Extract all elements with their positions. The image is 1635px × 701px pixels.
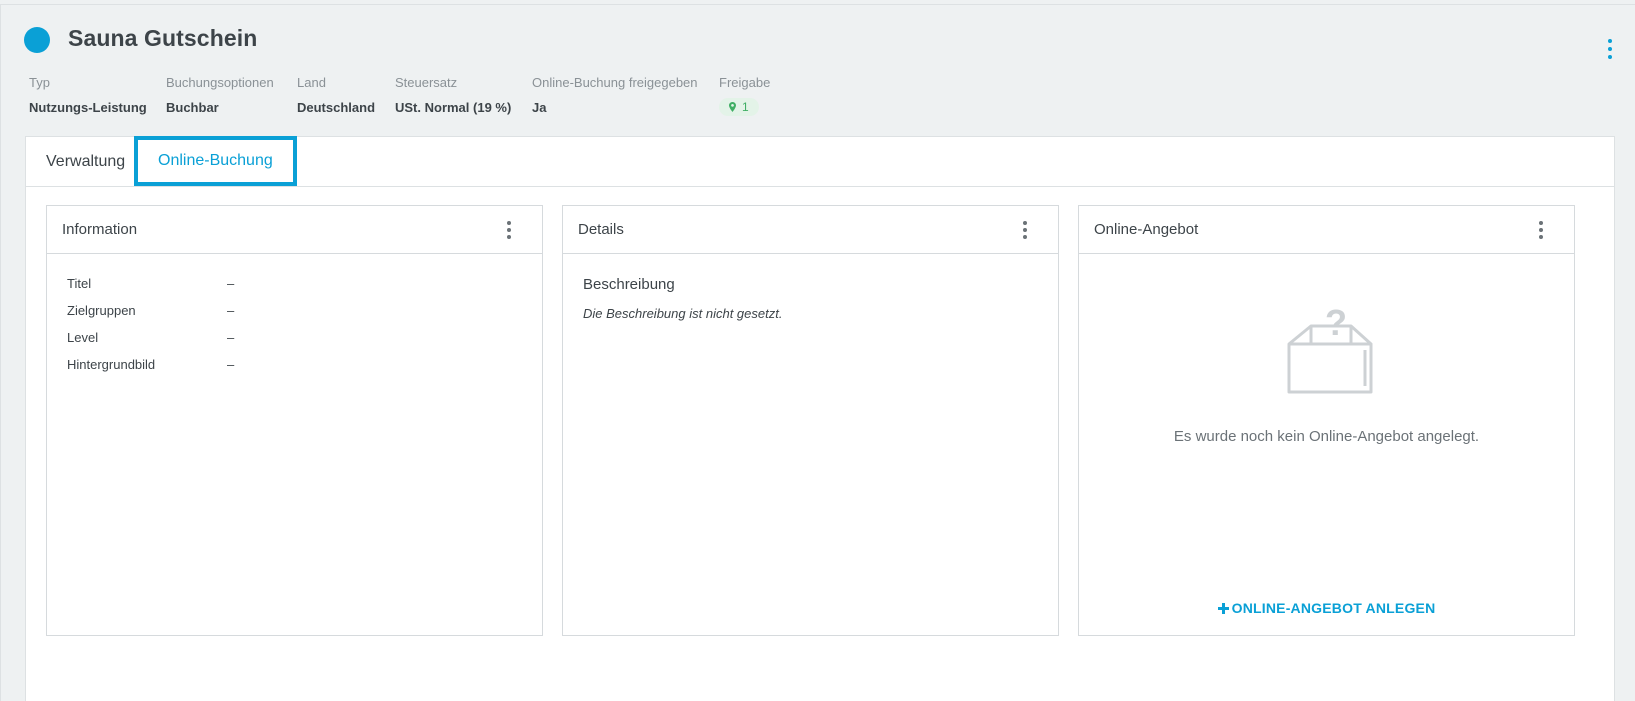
freigabe-count: 1 <box>742 100 749 114</box>
info-label-level: Level <box>67 330 99 345</box>
info-label-zielgruppen: Zielgruppen <box>67 303 136 318</box>
meta-label: Online-Buchung freigegeben <box>532 75 698 90</box>
more-options-icon[interactable] <box>1607 39 1613 59</box>
card-menu-icon[interactable] <box>506 221 512 239</box>
card-menu-icon[interactable] <box>1538 221 1544 239</box>
meta-label: Freigabe <box>719 75 771 90</box>
meta-freigabe: Freigabe 1 <box>719 75 770 117</box>
meta-value: Buchbar <box>166 100 219 115</box>
description-text: Die Beschreibung ist nicht gesetzt. <box>583 306 783 321</box>
card-menu-icon[interactable] <box>1022 221 1028 239</box>
tab-verwaltung[interactable]: Verwaltung <box>46 137 125 186</box>
meta-steuersatz: Steuersatz USt. Normal (19 %) <box>395 75 511 115</box>
info-label-hintergrundbild: Hintergrundbild <box>67 357 156 372</box>
page-frame: Sauna Gutschein Typ Nutzungs-Leistung Bu… <box>0 4 1635 701</box>
meta-land: Land Deutschland <box>297 75 375 115</box>
info-value-hintergrundbild: – <box>227 357 235 372</box>
info-value-titel: – <box>227 276 235 291</box>
online-angebot-card: Online-Angebot ? Es wurde noch kein Onli… <box>1078 205 1575 636</box>
tab-online-buchung[interactable]: Online-Buchung <box>134 136 297 186</box>
meta-label: Buchungsoptionen <box>166 75 274 90</box>
info-value-zielgruppen: – <box>227 303 235 318</box>
empty-box-question-icon: ? <box>1287 302 1373 394</box>
meta-value: Deutschland <box>297 100 376 115</box>
create-online-angebot-button[interactable]: ONLINE-ANGEBOT ANLEGEN <box>1079 600 1574 616</box>
content-panel: Verwaltung Online-Buchung Information Ti… <box>25 136 1615 701</box>
card-title: Details <box>578 221 624 238</box>
information-card: Information Titel – Zielgruppen – Level … <box>46 205 543 636</box>
info-label-titel: Titel <box>67 276 92 291</box>
description-heading: Beschreibung <box>583 276 675 293</box>
meta-value: USt. Normal (19 %) <box>395 100 512 115</box>
meta-value: Nutzungs-Leistung <box>29 100 147 115</box>
freigabe-badge[interactable]: 1 <box>719 98 759 116</box>
info-value-level: – <box>227 330 235 345</box>
create-button-label: ONLINE-ANGEBOT ANLEGEN <box>1231 600 1436 616</box>
location-pin-icon <box>729 102 736 112</box>
page-title: Sauna Gutschein <box>68 25 258 51</box>
tab-bar: Verwaltung Online-Buchung <box>26 136 1614 187</box>
meta-buchungsoptionen: Buchungsoptionen Buchbar <box>166 75 274 115</box>
meta-value: Ja <box>532 100 547 115</box>
meta-label: Steuersatz <box>395 75 458 90</box>
status-dot <box>24 27 50 53</box>
details-card: Details Beschreibung Die Beschreibung is… <box>562 205 1059 636</box>
plus-icon <box>1217 603 1229 614</box>
meta-label: Typ <box>29 75 50 90</box>
card-header: Details <box>563 206 1058 254</box>
meta-online-buchung: Online-Buchung freigegeben Ja <box>532 75 698 115</box>
card-header: Information <box>47 206 542 254</box>
card-title: Information <box>62 221 138 238</box>
empty-state-text: Es wurde noch kein Online-Angebot angele… <box>1173 428 1480 445</box>
svg-text:?: ? <box>1325 302 1347 343</box>
card-header: Online-Angebot <box>1079 206 1574 254</box>
meta-typ: Typ Nutzungs-Leistung <box>29 75 147 115</box>
header: Sauna Gutschein Typ Nutzungs-Leistung Bu… <box>1 5 1635 135</box>
meta-label: Land <box>297 75 326 90</box>
card-title: Online-Angebot <box>1094 221 1199 238</box>
